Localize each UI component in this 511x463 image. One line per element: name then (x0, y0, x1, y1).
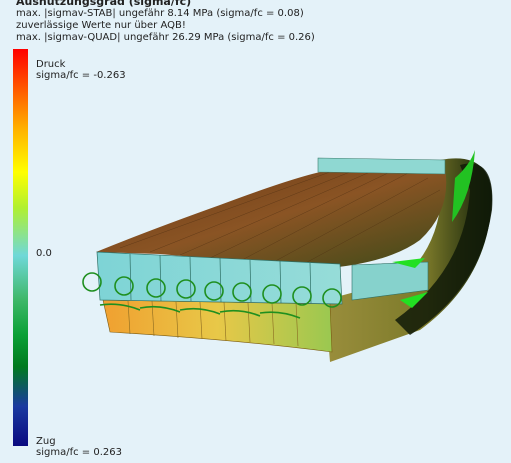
back-element-row (317, 157, 446, 175)
stress-3d-viewport[interactable] (0, 0, 511, 463)
beam-top-surface (96, 168, 447, 268)
